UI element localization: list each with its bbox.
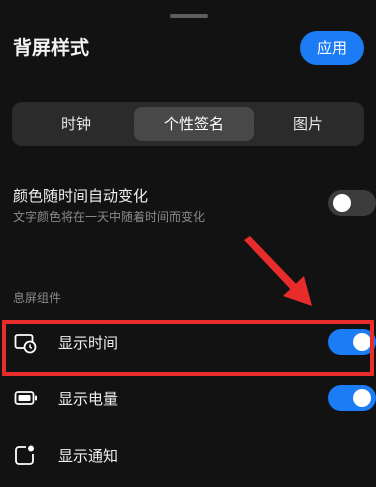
arrow-annotation-icon: [244, 236, 312, 306]
bottom-sheet: 背屏样式 应用 时钟 个性签名 图片 颜色随时间自动变化 文字颜色将在一天中随着…: [0, 0, 376, 487]
